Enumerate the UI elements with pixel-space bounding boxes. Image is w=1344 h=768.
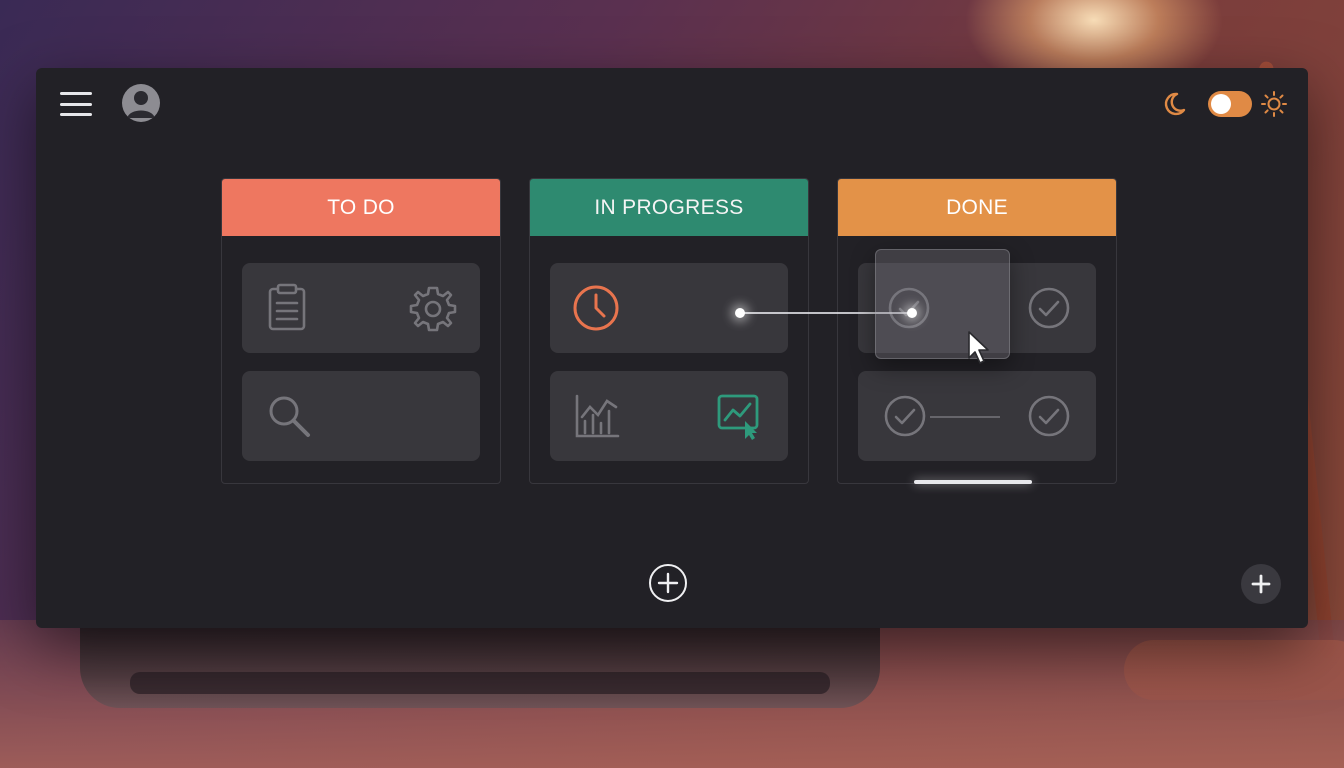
add-task-fab[interactable] bbox=[1241, 564, 1281, 604]
hamburger-menu-icon[interactable] bbox=[60, 92, 92, 116]
laptop-keyboard bbox=[130, 672, 830, 694]
clock-icon bbox=[573, 285, 619, 331]
column-todo: TO DO bbox=[221, 178, 501, 484]
task-card[interactable] bbox=[858, 371, 1096, 461]
column-header-todo[interactable]: TO DO bbox=[222, 179, 500, 236]
connector-line bbox=[930, 416, 1000, 418]
drag-end-dot bbox=[907, 308, 917, 318]
laptop-base bbox=[80, 628, 880, 708]
column-header-done[interactable]: DONE bbox=[838, 179, 1116, 236]
check-circle-icon bbox=[1028, 287, 1070, 329]
bar-chart-icon bbox=[575, 394, 620, 438]
column-header-in-progress[interactable]: IN PROGRESS bbox=[530, 179, 808, 236]
moon-icon bbox=[1164, 92, 1186, 116]
add-column-button[interactable] bbox=[649, 564, 687, 602]
gear-icon bbox=[409, 286, 457, 332]
drag-start-dot bbox=[735, 308, 745, 318]
theme-toggle[interactable] bbox=[1208, 91, 1252, 117]
user-avatar-icon[interactable] bbox=[122, 84, 160, 122]
scroll-indicator[interactable] bbox=[914, 480, 1032, 484]
task-card[interactable] bbox=[550, 263, 788, 353]
column-in-progress: IN PROGRESS bbox=[529, 178, 809, 484]
task-card[interactable] bbox=[242, 263, 480, 353]
clipboard-icon bbox=[268, 283, 306, 331]
pointer-cursor-icon bbox=[968, 331, 989, 364]
line-chart-cursor-icon bbox=[717, 394, 759, 440]
plus-icon bbox=[1251, 574, 1271, 594]
task-card[interactable] bbox=[550, 371, 788, 461]
sun-icon bbox=[1261, 91, 1287, 117]
check-circle-icon bbox=[1028, 395, 1070, 437]
kanban-app-window: TO DO IN PROGRESS DONE bbox=[36, 68, 1308, 628]
toggle-knob bbox=[1211, 94, 1231, 114]
check-circle-icon bbox=[884, 395, 926, 437]
task-card[interactable] bbox=[242, 371, 480, 461]
search-icon bbox=[269, 396, 310, 437]
plus-circle-icon bbox=[657, 572, 679, 594]
